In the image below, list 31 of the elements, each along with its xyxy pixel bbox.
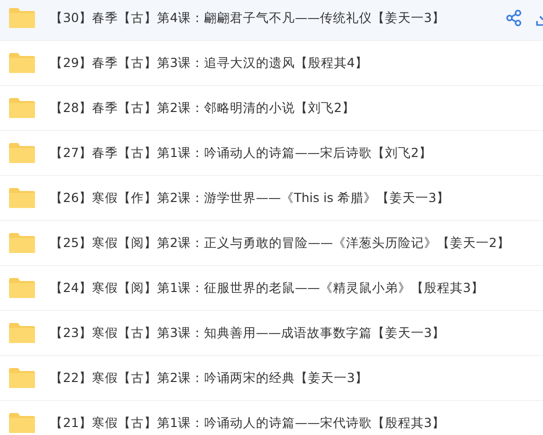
file-row[interactable]: 【23】寒假【古】第3课：知典善用——成语故事数字篇【姜天一3】 bbox=[0, 311, 543, 356]
file-name[interactable]: 【22】寒假【古】第2课：吟诵两宋的经典【姜天一3】 bbox=[50, 370, 368, 386]
file-name[interactable]: 【29】春季【古】第3课：追寻大汉的遗风【殷程其4】 bbox=[50, 54, 368, 72]
file-row[interactable]: 【21】寒假【古】第1课：吟诵动人的诗篇——宋代诗歌【殷程其3】 bbox=[0, 401, 543, 435]
share-icon[interactable] bbox=[505, 9, 523, 27]
file-name[interactable]: 【23】寒假【古】第3课：知典善用——成语故事数字篇【姜天一3】 bbox=[50, 324, 445, 342]
file-name[interactable]: 【24】寒假【阅】第1课：征服世界的老鼠——《精灵鼠小弟》【殷程其3】 bbox=[50, 280, 484, 296]
file-name[interactable]: 【21】寒假【古】第1课：吟诵动人的诗篇——宋代诗歌【殷程其3】 bbox=[50, 414, 445, 432]
file-name[interactable]: 【30】春季【古】第4课：翩翩君子气不凡——传统礼仪【姜天一3】 bbox=[50, 10, 445, 26]
file-name[interactable]: 【27】春季【古】第1课：吟诵动人的诗篇——宋后诗歌【刘飞2】 bbox=[50, 144, 432, 162]
folder-icon bbox=[8, 187, 36, 209]
file-row[interactable]: 【24】寒假【阅】第1课：征服世界的老鼠——《精灵鼠小弟》【殷程其3】 bbox=[0, 266, 543, 311]
folder-icon bbox=[8, 322, 36, 344]
file-row[interactable]: 【26】寒假【作】第2课：游学世界——《This is 希腊》【姜天一3】 bbox=[0, 176, 543, 221]
folder-icon bbox=[8, 7, 36, 29]
folder-icon bbox=[8, 97, 36, 119]
folder-icon bbox=[8, 367, 36, 389]
folder-icon bbox=[8, 142, 36, 164]
folder-icon bbox=[8, 52, 36, 74]
file-name[interactable]: 【26】寒假【作】第2课：游学世界——《This is 希腊》【姜天一3】 bbox=[50, 190, 450, 206]
folder-icon bbox=[8, 277, 36, 299]
file-row[interactable]: 【22】寒假【古】第2课：吟诵两宋的经典【姜天一3】 bbox=[0, 356, 543, 401]
file-row[interactable]: 【28】春季【古】第2课：邻略明清的小说【刘飞2】 bbox=[0, 86, 543, 131]
file-name[interactable]: 【25】寒假【阅】第2课：正义与勇敢的冒险——《洋葱头历险记》【姜天一2】 bbox=[50, 234, 510, 252]
file-row[interactable]: 【29】春季【古】第3课：追寻大汉的遗风【殷程其4】 bbox=[0, 41, 543, 86]
folder-icon bbox=[8, 232, 36, 254]
folder-icon bbox=[8, 412, 36, 434]
file-row[interactable]: 【27】春季【古】第1课：吟诵动人的诗篇——宋后诗歌【刘飞2】 bbox=[0, 131, 543, 176]
file-row[interactable]: 【25】寒假【阅】第2课：正义与勇敢的冒险——《洋葱头历险记》【姜天一2】 bbox=[0, 221, 543, 266]
file-name[interactable]: 【28】春季【古】第2课：邻略明清的小说【刘飞2】 bbox=[50, 100, 355, 116]
file-row[interactable]: 【30】春季【古】第4课：翩翩君子气不凡——传统礼仪【姜天一3】 bbox=[0, 0, 543, 41]
